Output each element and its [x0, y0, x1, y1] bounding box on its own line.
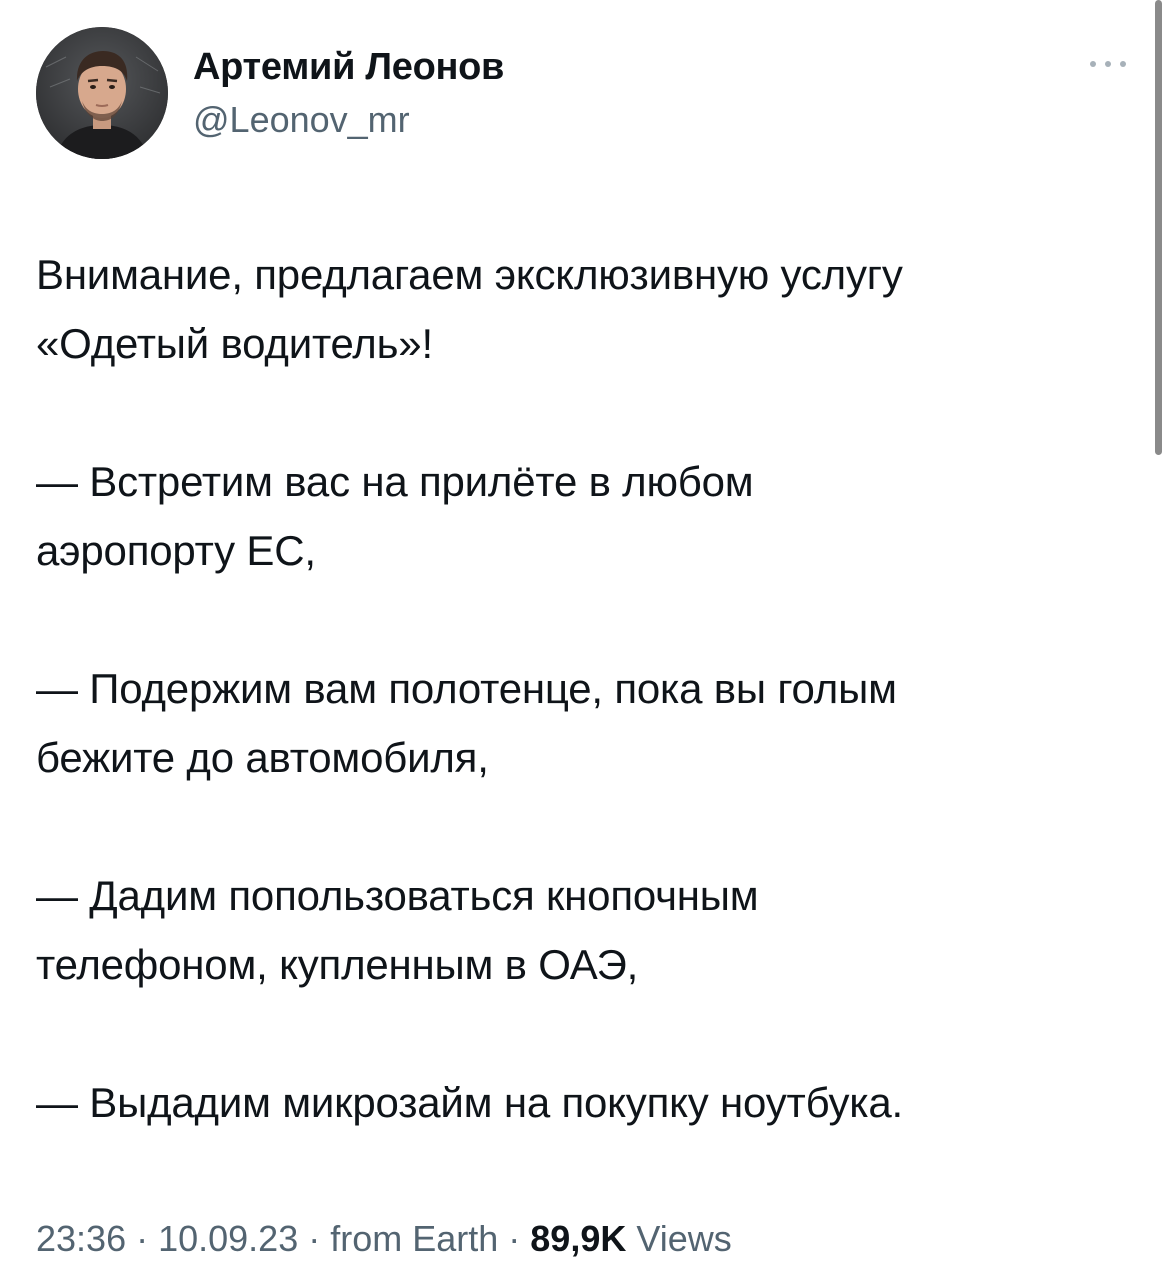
tweet-source: from Earth [330, 1218, 499, 1259]
more-options-button[interactable] [1080, 50, 1136, 78]
author-handle[interactable]: @Leonov_mr [193, 98, 410, 142]
more-horizontal-icon [1090, 61, 1126, 67]
tweet-line: — Подержим вам полотенце, пока вы голым [36, 665, 897, 712]
scrollbar[interactable] [1155, 0, 1162, 455]
tweet-paragraph: — Встретим вас на прилёте в любом аэропо… [36, 447, 1141, 585]
tweet-line: аэропорту ЕС, [36, 527, 316, 574]
views-count[interactable]: 89,9K [530, 1218, 626, 1259]
tweet-text: Внимание, предлагаем эксклюзивную услугу… [36, 240, 1141, 1137]
tweet-metadata: 23:36 · 10.09.23 · from Earth · 89,9K Vi… [36, 1215, 732, 1263]
tweet-paragraph: Внимание, предлагаем эксклюзивную услугу… [36, 240, 1141, 378]
avatar-photo [36, 27, 168, 159]
tweet-time[interactable]: 23:36 [36, 1218, 126, 1259]
meta-separator: · [498, 1218, 531, 1259]
tweet-date[interactable]: 10.09.23 [158, 1218, 298, 1259]
tweet-paragraph: — Подержим вам полотенце, пока вы голым … [36, 654, 1141, 792]
tweet-line: бежите до автомобиля, [36, 734, 489, 781]
views-label: Views [626, 1218, 732, 1259]
tweet-paragraph: — Выдадим микрозайм на покупку ноутбука. [36, 1068, 1141, 1137]
tweet-line: Внимание, предлагаем эксклюзивную услугу [36, 251, 903, 298]
tweet-line: телефоном, купленным в ОАЭ, [36, 941, 639, 988]
meta-separator: · [298, 1218, 331, 1259]
avatar[interactable] [36, 27, 168, 159]
tweet-line: — Дадим попользоваться кнопочным [36, 872, 759, 919]
tweet-line: «Одетый водитель»! [36, 320, 433, 367]
author-name[interactable]: Артемий Леонов [193, 44, 504, 90]
meta-separator: · [126, 1218, 159, 1259]
tweet-paragraph: — Дадим попользоваться кнопочным телефон… [36, 861, 1141, 999]
tweet-line: — Выдадим микрозайм на покупку ноутбука. [36, 1079, 904, 1126]
tweet-line: — Встретим вас на прилёте в любом [36, 458, 754, 505]
